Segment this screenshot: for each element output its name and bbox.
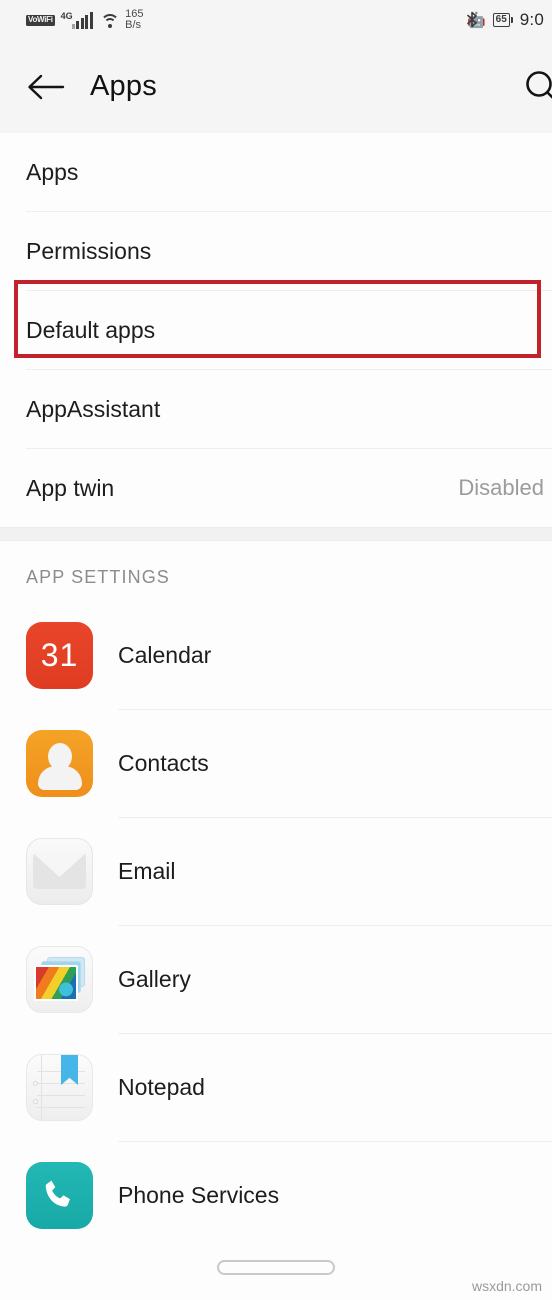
app-row-calendar[interactable]: 31 Calendar bbox=[0, 602, 552, 709]
settings-row-apps[interactable]: Apps bbox=[0, 133, 552, 211]
settings-row-default-apps[interactable]: Default apps bbox=[0, 291, 552, 369]
app-name-label: Notepad bbox=[118, 1074, 205, 1100]
notepad-icon bbox=[26, 1054, 93, 1121]
cellular-signal-icon: 4G bbox=[60, 10, 95, 29]
battery-icon: 65 bbox=[492, 13, 513, 27]
vowifi-icon: VoWiFi bbox=[26, 14, 55, 26]
settings-list: Apps Permissions Default apps AppAssista… bbox=[0, 133, 552, 527]
app-row-email[interactable]: Email bbox=[0, 818, 552, 925]
calendar-icon: 31 bbox=[26, 622, 93, 689]
settings-row-appassistant[interactable]: AppAssistant bbox=[0, 370, 552, 448]
settings-row-label: Permissions bbox=[26, 237, 152, 264]
app-name-label: Contacts bbox=[118, 750, 209, 776]
bluetooth-icon: 🤖 bbox=[466, 11, 486, 29]
section-separator bbox=[0, 527, 552, 541]
settings-row-label: AppAssistant bbox=[26, 395, 161, 422]
app-row-contacts[interactable]: Contacts bbox=[0, 710, 552, 817]
gallery-icon bbox=[26, 946, 93, 1013]
status-badge: Disabled bbox=[458, 475, 544, 500]
status-bar: VoWiFi 4G 165 B/s 🤖 65 9:0 bbox=[0, 0, 552, 40]
settings-row-label: App twin bbox=[26, 474, 115, 501]
app-row-gallery[interactable]: Gallery bbox=[0, 926, 552, 1033]
back-arrow-icon[interactable] bbox=[26, 67, 66, 107]
data-rate-indicator: 165 B/s bbox=[125, 9, 143, 31]
status-bar-right: 🤖 65 9:0 bbox=[467, 10, 544, 30]
home-gesture-pill[interactable] bbox=[217, 1260, 335, 1275]
search-icon[interactable] bbox=[518, 64, 552, 110]
watermark: wsxdn.com bbox=[471, 1278, 542, 1294]
settings-row-label: Default apps bbox=[26, 316, 156, 343]
network-type-label: 4G bbox=[60, 10, 73, 21]
battery-level: 65 bbox=[492, 13, 510, 27]
app-name-label: Calendar bbox=[118, 642, 212, 668]
app-settings-list: 31 Calendar Contacts Email Gallery Notep… bbox=[0, 602, 552, 1249]
settings-row-permissions[interactable]: Permissions bbox=[0, 212, 552, 290]
phone-screen: VoWiFi 4G 165 B/s 🤖 65 9:0 Apps Apps Per… bbox=[0, 0, 552, 1300]
section-header-app-settings: APP SETTINGS bbox=[26, 567, 170, 587]
app-row-notepad[interactable]: Notepad bbox=[0, 1034, 552, 1141]
app-name-label: Email bbox=[118, 858, 176, 884]
settings-row-label: Apps bbox=[26, 158, 79, 185]
settings-row-app-twin[interactable]: App twin Disabled bbox=[0, 449, 552, 527]
contacts-icon bbox=[26, 730, 93, 797]
data-rate-unit: B/s bbox=[125, 19, 142, 31]
app-bar: Apps bbox=[0, 40, 552, 133]
app-row-phone-services[interactable]: Phone Services bbox=[0, 1142, 552, 1249]
app-name-label: Gallery bbox=[118, 966, 191, 992]
app-name-label: Phone Services bbox=[118, 1182, 280, 1208]
wifi-icon bbox=[100, 13, 120, 28]
clock: 9:0 bbox=[519, 10, 544, 29]
phone-icon bbox=[26, 1162, 93, 1229]
navigation-bar: wsxdn.com bbox=[0, 1248, 552, 1300]
page-title: Apps bbox=[90, 70, 157, 102]
status-bar-left: VoWiFi 4G 165 B/s bbox=[26, 9, 144, 31]
email-icon bbox=[26, 838, 93, 905]
